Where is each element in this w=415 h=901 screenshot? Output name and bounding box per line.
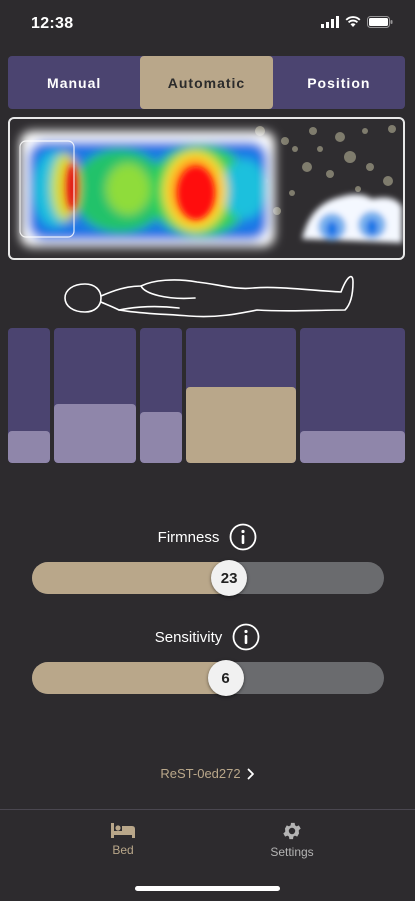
zone-bar-1-level bbox=[8, 430, 50, 463]
nav-settings-label: Settings bbox=[270, 845, 314, 859]
sensitivity-slider-thumb[interactable]: 6 bbox=[207, 660, 244, 696]
zone-bar-1[interactable] bbox=[8, 328, 50, 463]
nav-settings[interactable]: Settings bbox=[232, 820, 352, 859]
bed-icon bbox=[111, 823, 135, 838]
zone-bar-3[interactable] bbox=[140, 328, 182, 463]
chevron-right-icon bbox=[247, 768, 254, 779]
wifi-icon bbox=[345, 16, 361, 27]
pressure-heatmap-image bbox=[19, 125, 402, 247]
sensitivity-label: Sensitivity bbox=[154, 628, 223, 646]
body-outline-icon bbox=[64, 275, 354, 318]
firmness-label: Firmness bbox=[157, 528, 220, 546]
firmness-info-icon[interactable] bbox=[229, 523, 257, 551]
nav-bed[interactable]: Bed bbox=[63, 820, 183, 857]
firmness-slider-thumb[interactable]: 23 bbox=[211, 560, 248, 596]
sensitivity-label-row: Sensitivity bbox=[0, 623, 415, 651]
home-indicator bbox=[135, 886, 280, 891]
sensitivity-slider[interactable]: 6 bbox=[32, 660, 384, 696]
tab-automatic[interactable]: Automatic bbox=[140, 56, 273, 109]
gear-icon bbox=[283, 822, 301, 840]
firmness-slider[interactable]: 23 bbox=[32, 560, 384, 596]
firmness-slider-fill bbox=[32, 562, 230, 594]
zone-bar-4[interactable] bbox=[186, 328, 296, 463]
zone-bar-2-level bbox=[54, 403, 136, 463]
nav-bed-label: Bed bbox=[112, 843, 134, 857]
tab-position[interactable]: Position bbox=[273, 56, 405, 109]
zone-bar-5-level bbox=[300, 430, 405, 463]
device-name: ReST-0ed272 bbox=[160, 766, 241, 781]
firmness-label-row: Firmness bbox=[0, 523, 415, 551]
device-link[interactable]: ReST-0ed272 bbox=[0, 766, 415, 781]
zone-bars bbox=[8, 328, 405, 463]
battery-icon bbox=[367, 16, 393, 28]
status-icons bbox=[321, 16, 393, 28]
pressure-heatmap bbox=[8, 117, 405, 260]
zone-bar-5[interactable] bbox=[300, 328, 405, 463]
zone-bar-4-level bbox=[186, 387, 296, 463]
status-bar: 12:38 bbox=[0, 0, 415, 50]
zone-bar-2[interactable] bbox=[54, 328, 136, 463]
tab-manual[interactable]: Manual bbox=[8, 56, 140, 109]
sensitivity-slider-fill bbox=[32, 662, 226, 694]
sensitivity-info-icon[interactable] bbox=[232, 623, 260, 651]
cellular-signal-icon bbox=[321, 16, 339, 28]
status-time: 12:38 bbox=[31, 15, 74, 32]
mode-tabs: Manual Automatic Position bbox=[8, 56, 405, 109]
zone-bar-3-level bbox=[140, 411, 182, 463]
